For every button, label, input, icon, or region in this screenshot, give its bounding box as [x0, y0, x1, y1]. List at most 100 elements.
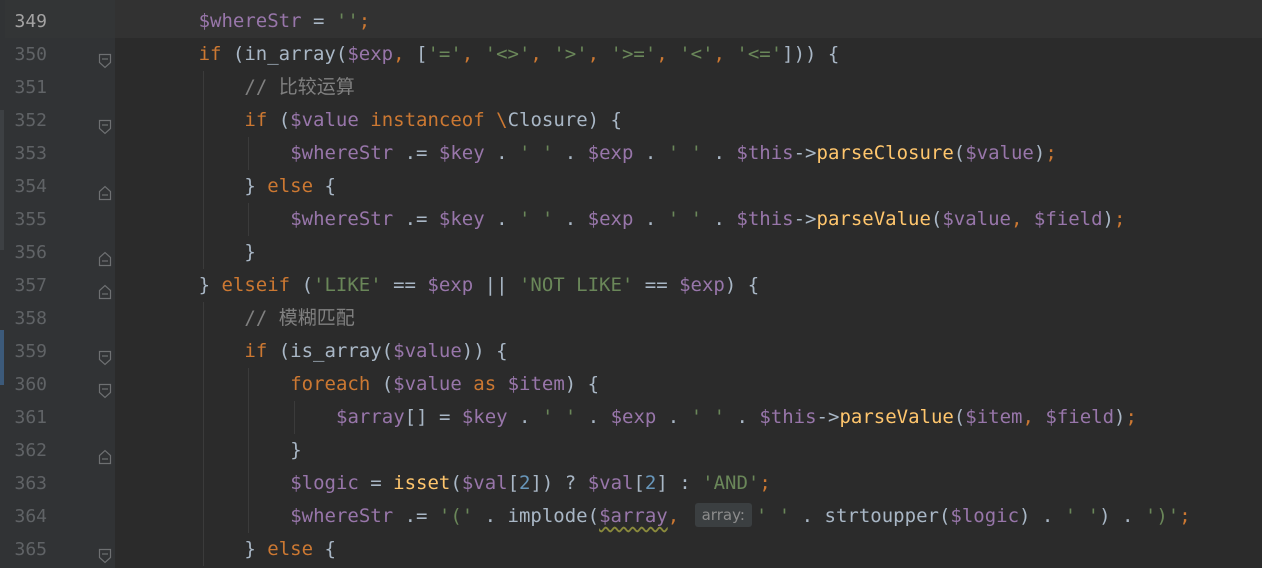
code-token: [: [507, 472, 520, 494]
code-line-352[interactable]: 352 if ($value instanceof \Closure) {: [0, 104, 1262, 137]
code-text[interactable]: $logic = isset($val[2]) ? $val[2] : 'AND…: [290, 467, 771, 500]
code-line-359[interactable]: 359 if (is_array($value)) {: [0, 335, 1262, 368]
code-line-362[interactable]: 362}: [0, 434, 1262, 467]
code-text[interactable]: foreach ($value as $item) {: [290, 368, 599, 401]
code-token: $val: [461, 472, 508, 494]
fold-end-icon[interactable]: [98, 443, 112, 465]
code-text[interactable]: }: [244, 236, 255, 269]
fold-collapse-icon[interactable]: [98, 113, 112, 135]
code-text[interactable]: if (is_array($value)) {: [244, 335, 507, 368]
line-number: 363: [14, 473, 47, 494]
code-token: $this: [759, 406, 817, 428]
code-token: .: [484, 142, 519, 164]
code-text[interactable]: } elseif ('LIKE' == $exp || 'NOT LIKE' =…: [199, 269, 760, 302]
code-text[interactable]: $whereStr .= $key . ' ' . $exp . ' ' . $…: [290, 137, 1057, 170]
code-token: .: [484, 208, 519, 230]
code-line-360[interactable]: 360 foreach ($value as $item) {: [0, 368, 1262, 401]
code-token: 2: [519, 472, 531, 494]
code-line-363[interactable]: 363 $logic = isset($val[2]) ? $val[2] : '…: [0, 467, 1262, 500]
code-token: }: [244, 538, 268, 560]
code-token: parseValue: [816, 208, 931, 230]
fold-collapse-icon[interactable]: [98, 344, 112, 366]
code-text[interactable]: } else {: [244, 170, 336, 203]
code-line-364[interactable]: 364 $whereStr .= '(' . implode($array, ar…: [0, 500, 1262, 533]
code-token: .: [553, 208, 588, 230]
code-token: ,: [461, 43, 485, 65]
code-token: (: [290, 274, 314, 296]
code-text[interactable]: } else {: [244, 533, 336, 566]
code-token: $whereStr: [290, 208, 394, 230]
code-token: if: [244, 340, 268, 362]
code-token: ): [1033, 142, 1046, 164]
code-text[interactable]: // 比较运算: [244, 71, 354, 104]
code-token: (: [267, 109, 291, 131]
code-token: ;: [1125, 406, 1137, 428]
code-token: .: [633, 142, 668, 164]
code-token: Closure) {: [507, 109, 622, 131]
fold-collapse-icon[interactable]: [98, 377, 112, 399]
code-text[interactable]: if ($value instanceof \Closure) {: [244, 104, 622, 137]
code-token: ,: [1022, 406, 1046, 428]
code-editor[interactable]: 349 $whereStr = ''; 350 if (in_array($exp, …: [0, 0, 1262, 568]
code-line-351[interactable]: 351 // 比较运算: [0, 71, 1262, 104]
code-line-358[interactable]: 358 // 模糊匹配: [0, 302, 1262, 335]
code-token: =: [358, 472, 394, 494]
code-token: '<': [679, 43, 714, 65]
fold-end-icon[interactable]: [98, 179, 112, 201]
code-line-355[interactable]: 355 $whereStr .= $key . ' ' . $exp . ' ' …: [0, 203, 1262, 236]
code-token: {: [313, 175, 336, 197]
code-line-350[interactable]: 350 if (in_array($exp, ['=', '<>', '>', '…: [0, 38, 1262, 71]
code-text[interactable]: $whereStr = '';: [199, 5, 371, 38]
code-token: ])) {: [782, 43, 840, 65]
fold-end-icon[interactable]: [98, 278, 112, 300]
code-token: .: [633, 208, 668, 230]
code-line-357[interactable]: 357} elseif ('LIKE' == $exp || 'NOT LIKE…: [0, 269, 1262, 302]
code-token: [] =: [404, 406, 462, 428]
code-text[interactable]: $array[] = $key . ' ' . $exp . ' ' . $th…: [336, 401, 1137, 434]
code-token: $key: [438, 208, 485, 230]
line-number: 356: [14, 242, 47, 263]
code-token: \: [496, 109, 508, 131]
code-token: .: [576, 406, 611, 428]
code-token: .: [656, 406, 691, 428]
code-line-349[interactable]: 349 $whereStr = '';: [0, 0, 1262, 38]
code-token: (: [953, 142, 966, 164]
code-text[interactable]: }: [290, 434, 301, 467]
code-token: '>=': [610, 43, 657, 65]
code-token: ==: [633, 274, 680, 296]
code-token: ) {: [724, 274, 760, 296]
code-text[interactable]: $whereStr .= $key . ' ' . $exp . ' ' . $…: [290, 203, 1125, 236]
code-line-353[interactable]: 353 $whereStr .= $key . ' ' . $exp . ' ' …: [0, 137, 1262, 170]
code-text[interactable]: if (in_array($exp, ['=', '<>', '>', '>='…: [199, 38, 840, 71]
line-number: 360: [14, 374, 47, 395]
code-token: instanceof: [370, 109, 485, 131]
code-token: $exp: [347, 43, 394, 65]
code-token: '<>': [484, 43, 531, 65]
code-token: ' ': [1064, 505, 1100, 527]
code-text[interactable]: $whereStr .= '(' . implode($array, array…: [290, 500, 1191, 533]
code-token: // 比较运算: [244, 76, 355, 98]
code-token: ,: [530, 43, 554, 65]
code-token: else: [267, 175, 314, 197]
code-token: .: [702, 208, 737, 230]
fold-collapse-icon[interactable]: [98, 542, 112, 564]
code-line-356[interactable]: 356}: [0, 236, 1262, 269]
fold-collapse-icon[interactable]: [98, 47, 112, 69]
code-token: $item: [507, 373, 565, 395]
code-token: ): [1102, 208, 1114, 230]
code-token: ->: [793, 208, 817, 230]
code-line-354[interactable]: 354} else {: [0, 170, 1262, 203]
line-number: 359: [14, 341, 47, 362]
code-token: $value: [965, 142, 1034, 164]
code-token: elseif: [221, 274, 291, 296]
fold-end-icon[interactable]: [98, 245, 112, 267]
code-token: ,: [713, 43, 737, 65]
code-line-361[interactable]: 361 $array[] = $key . ' ' . $exp . ' ' . …: [0, 401, 1262, 434]
code-text[interactable]: // 模糊匹配: [244, 302, 354, 335]
line-number: 351: [14, 77, 47, 98]
code-token: $value: [393, 373, 462, 395]
code-token: (in_array(: [221, 43, 348, 65]
code-token: as: [473, 373, 497, 395]
code-line-365[interactable]: 365} else {: [0, 533, 1262, 566]
